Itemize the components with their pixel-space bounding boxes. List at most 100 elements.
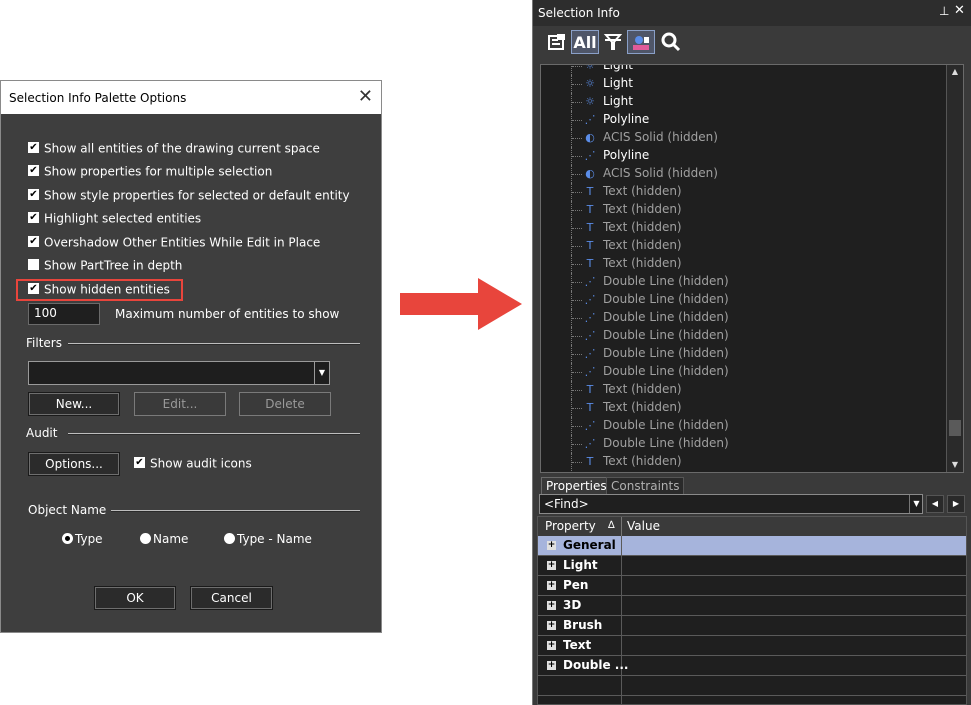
checkbox-icon[interactable]: ✔ (28, 165, 39, 176)
tree-scrollbar[interactable]: ▲ ▼ (946, 65, 963, 472)
text-icon: T (586, 455, 594, 468)
tree-item[interactable]: ☼ Light (541, 93, 949, 111)
property-group-row[interactable]: + Double ... (538, 656, 966, 676)
checkbox-icon[interactable]: ✔ (28, 142, 39, 153)
tree-item[interactable]: ⋰ Polyline (541, 111, 949, 129)
column-property[interactable]: Property (545, 519, 596, 533)
filters-dropdown[interactable]: ▼ (28, 361, 330, 385)
ok-button[interactable]: OK (94, 586, 176, 610)
expand-icon[interactable]: + (547, 621, 556, 630)
next-icon[interactable]: ▶ (947, 495, 965, 513)
property-group-row[interactable]: + Brush (538, 616, 966, 636)
property-group-row[interactable]: + Text (538, 636, 966, 656)
option-overshadow[interactable]: ✔ Overshadow Other Entities While Edit in… (28, 235, 320, 253)
close-icon[interactable]: ✕ (954, 3, 965, 18)
option-show-audit-icons[interactable]: ✔ Show audit icons (134, 456, 252, 474)
expand-icon[interactable]: + (547, 561, 556, 570)
tree-item[interactable]: ⋰ Polyline (541, 147, 949, 165)
tree-item[interactable]: T Text (hidden) (541, 381, 949, 399)
tree-item-label: Double Line (hidden) (603, 310, 729, 324)
expand-icon[interactable]: + (547, 581, 556, 590)
tree-item[interactable]: T Text (hidden) (541, 219, 949, 237)
previous-icon[interactable]: ◀ (926, 495, 944, 513)
column-divider[interactable] (621, 517, 622, 536)
checkbox-icon[interactable]: ✔ (28, 283, 39, 294)
tab-constraints[interactable]: Constraints (606, 477, 685, 495)
tree-item[interactable]: ⋰ Double Line (hidden) (541, 309, 949, 327)
checkbox-icon[interactable] (28, 259, 39, 270)
radio-icon[interactable] (224, 533, 235, 544)
scroll-thumb[interactable] (949, 420, 961, 436)
checkbox-icon[interactable]: ✔ (28, 189, 39, 200)
tree-item[interactable]: ⋰ Double Line (hidden) (541, 345, 949, 363)
filter-icon[interactable] (601, 30, 625, 54)
tree-item[interactable]: ☼ Light (541, 65, 949, 75)
selection-tree[interactable]: ☼ Light ☼ Light ☼ Light ⋰ Polyline ◐ ACIS Solid (… (540, 64, 964, 473)
checkbox-icon[interactable]: ✔ (28, 212, 39, 223)
chevron-down-icon[interactable]: ▼ (314, 362, 329, 384)
tree-item[interactable]: T Text (hidden) (541, 255, 949, 273)
sort-icon[interactable]: ∆ (608, 520, 615, 531)
close-icon[interactable]: ✕ (358, 86, 373, 107)
column-divider (621, 676, 622, 696)
tree-item[interactable]: ⋰ Double Line (hidden) (541, 291, 949, 309)
find-input[interactable]: <Find> (539, 494, 923, 514)
tree-item[interactable]: ☼ Light (541, 75, 949, 93)
tree-connector (572, 444, 582, 446)
audit-options-button[interactable]: Options... (28, 452, 120, 476)
expand-icon[interactable]: + (547, 641, 556, 650)
tree-connector (572, 210, 582, 212)
radio-type-name[interactable]: Type - Name (224, 532, 312, 546)
option-style-properties[interactable]: ✔ Show style properties for selected or d… (28, 188, 350, 206)
tab-properties[interactable]: Properties (541, 477, 612, 495)
tree-connector (572, 138, 582, 140)
radio-icon[interactable] (140, 533, 151, 544)
properties-icon[interactable] (545, 30, 569, 54)
property-group-row[interactable]: +3D (538, 596, 966, 616)
checkbox-icon[interactable]: ✔ (28, 236, 39, 247)
radio-icon[interactable] (62, 533, 73, 544)
column-value[interactable]: Value (627, 519, 660, 533)
tree-item[interactable]: ⋰ Double Line (hidden) (541, 273, 949, 291)
option-show-all-entities[interactable]: ✔ Show all entities of the drawing curren… (28, 141, 320, 159)
option-multiple-selection[interactable]: ✔ Show properties for multiple selection (28, 164, 272, 182)
pin-icon[interactable]: ⊥ (939, 4, 949, 18)
tree-item[interactable]: ◐ ACIS Solid (hidden) (541, 129, 949, 147)
text-icon: T (586, 257, 594, 270)
delete-button[interactable]: Delete (239, 392, 331, 416)
tree-item[interactable]: T Text (hidden) (541, 453, 949, 471)
radio-type[interactable]: Type (62, 532, 103, 546)
tree-item[interactable]: ⋰ Double Line (hidden) (541, 417, 949, 435)
property-group-row[interactable]: + Pen (538, 576, 966, 596)
chevron-down-icon[interactable]: ▼ (909, 495, 923, 513)
scroll-up-icon[interactable]: ▲ (947, 65, 963, 79)
tree-item[interactable]: T Text (hidden) (541, 201, 949, 219)
max-entities-input[interactable]: 100 (28, 303, 100, 325)
scroll-down-icon[interactable]: ▼ (947, 458, 963, 472)
option-show-hidden-entities[interactable]: ✔ Show hidden entities (28, 282, 170, 300)
cancel-button[interactable]: Cancel (190, 586, 273, 610)
tree-item[interactable]: ◐ ACIS Solid (hidden) (541, 165, 949, 183)
option-highlight-selected[interactable]: ✔ Highlight selected entities (28, 211, 201, 229)
expand-icon[interactable]: + (547, 661, 556, 670)
new-button[interactable]: New... (28, 392, 120, 416)
edit-button[interactable]: Edit... (134, 392, 226, 416)
show-hidden-icon[interactable] (627, 30, 655, 54)
tree-item[interactable]: ⋰ Double Line (hidden) (541, 327, 949, 345)
text-icon: T (586, 239, 594, 252)
expand-icon[interactable]: + (547, 541, 556, 550)
property-group-row[interactable]: + Light (538, 556, 966, 576)
tree-item[interactable]: T Text (hidden) (541, 237, 949, 255)
all-button[interactable]: All (571, 30, 599, 54)
tree-item-label: Text (hidden) (603, 220, 682, 234)
tree-item[interactable]: T Text (hidden) (541, 183, 949, 201)
search-icon[interactable] (659, 30, 683, 54)
expand-icon[interactable]: + (547, 601, 556, 610)
tree-item[interactable]: ⋰ Double Line (hidden) (541, 363, 949, 381)
checkbox-icon[interactable]: ✔ (134, 457, 145, 468)
tree-item[interactable]: T Text (hidden) (541, 399, 949, 417)
radio-name[interactable]: Name (140, 532, 188, 546)
option-parttree-depth[interactable]: Show PartTree in depth (28, 258, 182, 276)
property-group-row[interactable]: + General (538, 536, 966, 556)
tree-item[interactable]: ⋰ Double Line (hidden) (541, 435, 949, 453)
